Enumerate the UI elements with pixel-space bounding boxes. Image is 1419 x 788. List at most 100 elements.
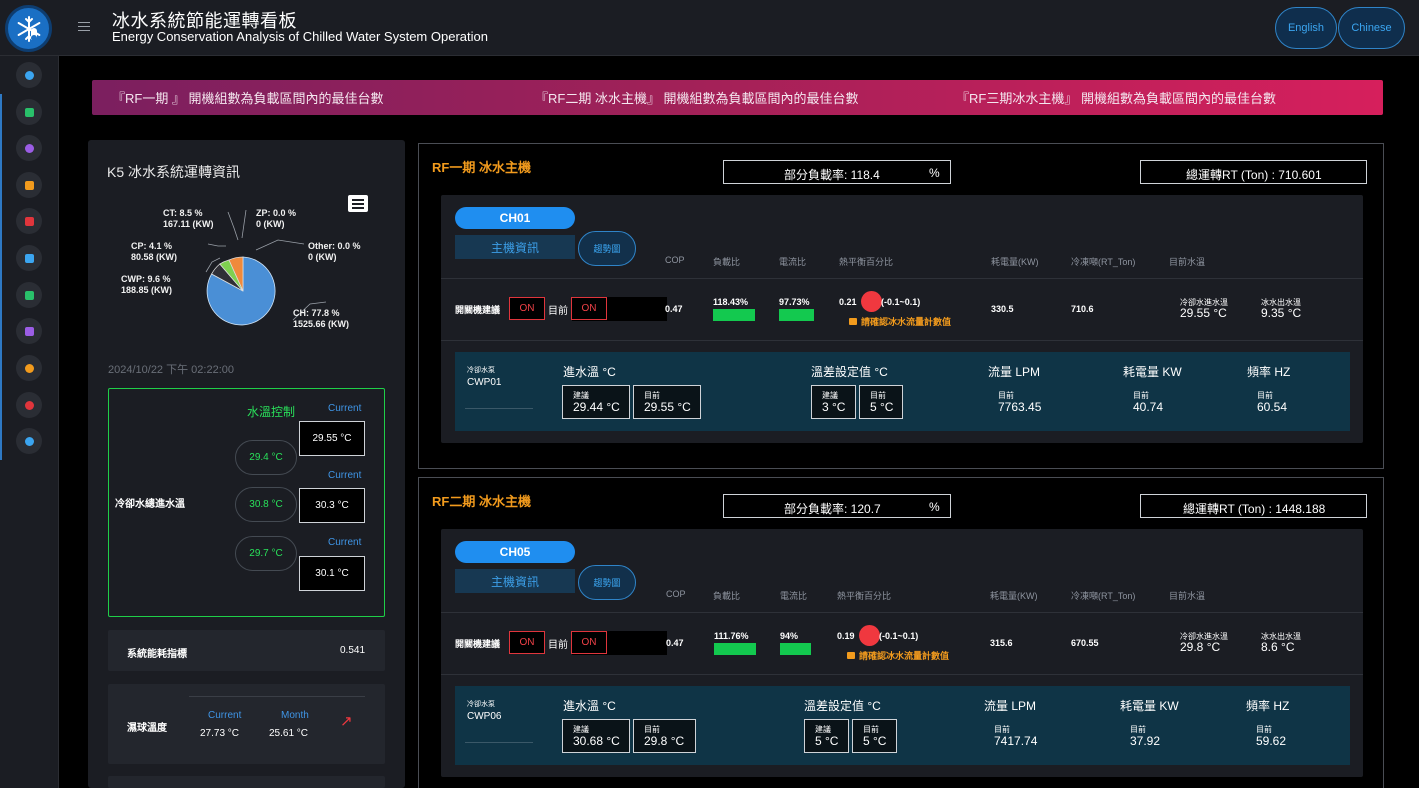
- trend-up-icon: ↗: [340, 713, 353, 730]
- current-temp-box: 30.1 °C: [299, 556, 365, 591]
- inlet-now-box: 目前 29.8 °C: [633, 719, 696, 753]
- freq-label: 頻率 HZ: [1246, 699, 1290, 713]
- suggest-on-button[interactable]: ON: [509, 297, 545, 320]
- divider: [465, 408, 533, 409]
- divider: [465, 742, 533, 743]
- load-ratio-value: 118.43%: [713, 297, 749, 307]
- bar-chart-icon[interactable]: [16, 208, 42, 234]
- flowmeter-warning: 請確認冰水流量計數值: [847, 649, 949, 662]
- setpoint-pill[interactable]: 29.4 °C: [235, 440, 297, 475]
- gauge-icon[interactable]: [16, 135, 42, 161]
- pump-name: CWP06: [467, 711, 502, 722]
- wetbulb-month: 25.61 °C: [269, 728, 309, 739]
- setpoint-pill[interactable]: 29.7 °C: [235, 536, 297, 571]
- load-ratio-bar: [713, 309, 755, 321]
- home-icon[interactable]: [16, 62, 42, 88]
- inlet-now-box: 目前 29.55 °C: [633, 385, 701, 419]
- chiller-card-ch05: CH05 主機資訊 趨勢圖 COP 負載比 電流比 熱平衡百分比 耗電量(KW)…: [441, 529, 1363, 777]
- col-cop: COP: [665, 255, 685, 265]
- rf1-title: RF一期 冰水主機: [432, 160, 531, 175]
- efficiency-label: 系統能耗指標: [127, 649, 187, 660]
- chiller-tab-ch01[interactable]: CH01: [455, 207, 575, 229]
- current-on-button[interactable]: ON: [571, 631, 607, 654]
- bar-chart-icon[interactable]: [16, 282, 42, 308]
- onoff-suggest-label: 開關機建議: [455, 639, 501, 649]
- current-ratio-value: 94%: [780, 631, 799, 641]
- wetbulb-label: 濕球溫度: [127, 723, 167, 734]
- diff-now-box: 目前 5 °C: [859, 385, 903, 419]
- trend-chart-button[interactable]: 趨勢圖: [578, 231, 636, 266]
- pie-label-cp: CP: 4.1 % 80.58 (KW): [131, 241, 178, 262]
- english-button[interactable]: English: [1275, 7, 1337, 49]
- system-info-panel: K5 冰水系統運轉資訊 CT: 8.5 % 167.11 (KW) ZP: 0.…: [88, 140, 405, 788]
- pie-label-ch: CH: 77.8 % 1525.66 (KW): [293, 308, 350, 329]
- current-on-button[interactable]: ON: [571, 297, 607, 320]
- col-rt: 冷凍噸(RT_Ton): [1071, 257, 1136, 267]
- efficiency-panel: 系統能耗指標 0.541: [108, 630, 385, 671]
- col-water-temp: 目前水溫: [1169, 591, 1206, 601]
- chinese-button[interactable]: Chinese: [1338, 7, 1405, 49]
- rt-value: 670.55: [1071, 638, 1099, 648]
- cw-in-value: 29.55 °C: [1180, 306, 1227, 320]
- rf2-rt-box: 總運轉RT (Ton) : 1448.188: [1140, 494, 1367, 518]
- heat-balance-value: 0.19: [837, 631, 855, 641]
- flow-label: 流量 LPM: [984, 699, 1037, 713]
- diff-now-box: 目前 5 °C: [852, 719, 897, 753]
- freq-value: 59.62: [1256, 734, 1287, 748]
- efficiency-value: 0.541: [340, 645, 366, 656]
- col-heat-balance: 熱平衡百分比: [839, 257, 894, 267]
- banner-rf3: 『RF三期冰水主機』 開機組數為負載區間內的最佳台數: [956, 91, 1276, 106]
- col-cop: COP: [666, 589, 686, 599]
- onoff-suggest-label: 開關機建議: [455, 305, 501, 315]
- load-ratio-value: 111.76%: [714, 631, 749, 641]
- divider: [441, 340, 1363, 341]
- trend-chart-button[interactable]: 趨勢圖: [578, 565, 636, 600]
- chiller-tab-ch05[interactable]: CH05: [455, 541, 575, 563]
- flow-label: 流量 LPM: [988, 365, 1041, 379]
- cw-in-value: 29.8 °C: [1180, 640, 1221, 654]
- cop-value: 0.47: [665, 304, 683, 314]
- grid-icon[interactable]: [16, 99, 42, 125]
- current-temp-box: 30.3 °C: [299, 488, 365, 523]
- gauge-icon[interactable]: [16, 392, 42, 418]
- current-label: Current: [328, 537, 362, 548]
- bar-chart-icon[interactable]: [16, 245, 42, 271]
- inlet-temp-label: 進水溫 °C: [563, 699, 616, 713]
- control-title: 水溫控制: [247, 405, 296, 419]
- now-label: 目前: [548, 640, 568, 651]
- suggest-on-button[interactable]: ON: [509, 631, 545, 654]
- col-rt: 冷凍噸(RT_Ton): [1071, 591, 1136, 601]
- setpoint-pill[interactable]: 30.8 °C: [235, 487, 297, 522]
- chw-out-value: 8.6 °C: [1261, 640, 1295, 654]
- timestamp: 2024/10/22 下午 02:22:00: [108, 364, 234, 376]
- water-temp-control: 水溫控制 冷卻水總進水溫 Current 29.55 °C 29.4 °C Cu…: [108, 388, 385, 617]
- list-icon[interactable]: [16, 172, 42, 198]
- optimal-units-banner: 『RF一期 』 開機組數為負載區間內的最佳台數 『RF二期 冰水主機』 開機組數…: [92, 80, 1383, 115]
- chiller-info-tab[interactable]: 主機資訊: [455, 235, 575, 259]
- current-ratio-value: 97.73%: [779, 297, 810, 307]
- chiller-info-tab[interactable]: 主機資訊: [455, 569, 575, 593]
- current-ratio-bar: [779, 309, 814, 321]
- wetbulb-month-label: Month: [281, 710, 309, 721]
- flow-value: 7417.74: [994, 734, 1038, 748]
- cop-value: 0.47: [666, 638, 684, 648]
- top-bar: 冰水系統節能運轉看板 Energy Conservation Analysis …: [0, 0, 1419, 56]
- table-icon[interactable]: [16, 318, 42, 344]
- pie-label-other: Other: 0.0 % 0 (KW): [308, 241, 361, 262]
- col-load-ratio: 負載比: [713, 257, 741, 267]
- divider: [441, 612, 1363, 613]
- col-power: 耗電量(KW): [991, 257, 1039, 267]
- pump-power-value: 40.74: [1133, 400, 1164, 414]
- col-load-ratio: 負載比: [713, 591, 741, 601]
- control-side-label: 冷卻水總進水溫: [115, 499, 185, 510]
- app-logo[interactable]: [5, 5, 52, 52]
- gauge-icon[interactable]: [16, 428, 42, 454]
- col-heat-balance: 熱平衡百分比: [837, 591, 892, 601]
- freq-value: 60.54: [1257, 400, 1288, 414]
- app-root: 冰水系統節能運轉看板 Energy Conservation Analysis …: [0, 0, 1419, 788]
- gauge-icon[interactable]: [16, 355, 42, 381]
- load-ratio-bar: [714, 643, 756, 655]
- menu-toggle-icon[interactable]: [78, 19, 90, 33]
- current-temp-box: 29.55 °C: [299, 421, 365, 456]
- rf2-title: RF二期 冰水主機: [432, 494, 531, 509]
